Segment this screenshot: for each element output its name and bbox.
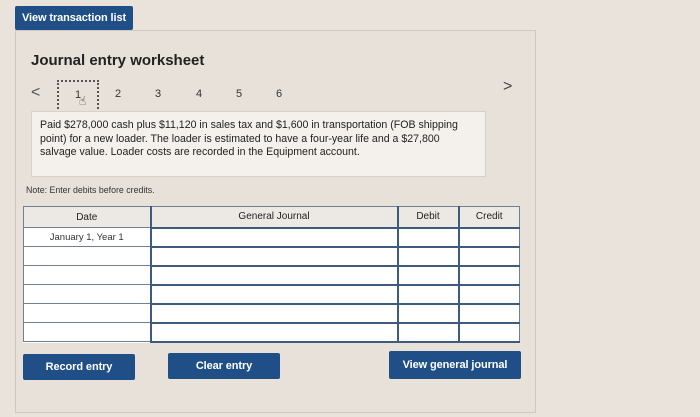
table-row	[23, 302, 520, 324]
table-row	[23, 321, 520, 343]
debit-input[interactable]	[396, 245, 459, 267]
debit-input[interactable]	[396, 226, 459, 248]
view-transaction-list-button[interactable]: View transaction list	[15, 6, 133, 30]
credit-input[interactable]	[457, 321, 520, 343]
credit-input[interactable]	[457, 302, 520, 324]
table-row	[23, 264, 520, 286]
general-journal-input[interactable]	[149, 264, 398, 286]
view-general-journal-button[interactable]: View general journal	[389, 351, 521, 379]
debit-input[interactable]	[396, 302, 459, 324]
chevron-left-icon[interactable]: <	[31, 84, 40, 102]
table-row	[23, 283, 520, 305]
credit-input[interactable]	[457, 245, 520, 267]
credit-column-header: Credit	[457, 206, 520, 228]
general-journal-input[interactable]	[149, 245, 398, 267]
general-journal-column-header: General Journal	[149, 206, 398, 228]
note-text: Note: Enter debits before credits.	[26, 185, 155, 195]
hand-pointer-icon: ☝	[79, 94, 87, 108]
step-tab-3[interactable]: 3	[155, 88, 161, 100]
general-journal-input[interactable]	[149, 302, 398, 324]
date-cell	[23, 246, 151, 266]
table-row: January 1, Year 1	[23, 226, 520, 248]
date-cell: January 1, Year 1	[23, 227, 151, 247]
general-journal-input[interactable]	[149, 226, 398, 248]
date-cell	[23, 322, 151, 342]
date-cell	[23, 303, 151, 323]
step-tab-6[interactable]: 6	[276, 88, 282, 100]
table-row	[23, 245, 520, 267]
clear-entry-button[interactable]: Clear entry	[168, 353, 280, 379]
page-title: Journal entry worksheet	[31, 52, 205, 69]
debit-input[interactable]	[396, 283, 459, 305]
debit-column-header: Debit	[396, 206, 459, 228]
step-tab-1[interactable]: 1 ☝	[57, 80, 99, 113]
step-tab-5[interactable]: 5	[236, 88, 242, 100]
date-cell	[23, 284, 151, 304]
credit-input[interactable]	[457, 226, 520, 248]
date-column-header: Date	[23, 206, 151, 228]
chevron-right-icon[interactable]: >	[503, 78, 512, 96]
step-tab-4[interactable]: 4	[196, 88, 202, 100]
transaction-description: Paid $278,000 cash plus $11,120 in sales…	[31, 111, 486, 177]
debit-input[interactable]	[396, 264, 459, 286]
debit-input[interactable]	[396, 321, 459, 343]
general-journal-input[interactable]	[149, 321, 398, 343]
credit-input[interactable]	[457, 283, 520, 305]
general-journal-input[interactable]	[149, 283, 398, 305]
step-tab-2[interactable]: 2	[115, 88, 121, 100]
date-cell	[23, 265, 151, 285]
journal-worksheet-panel: Journal entry worksheet < > 1 ☝ 2 3 4 5 …	[15, 30, 536, 413]
journal-entry-table: Date General Journal Debit Credit Januar…	[23, 206, 520, 343]
record-entry-button[interactable]: Record entry	[23, 354, 135, 380]
credit-input[interactable]	[457, 264, 520, 286]
